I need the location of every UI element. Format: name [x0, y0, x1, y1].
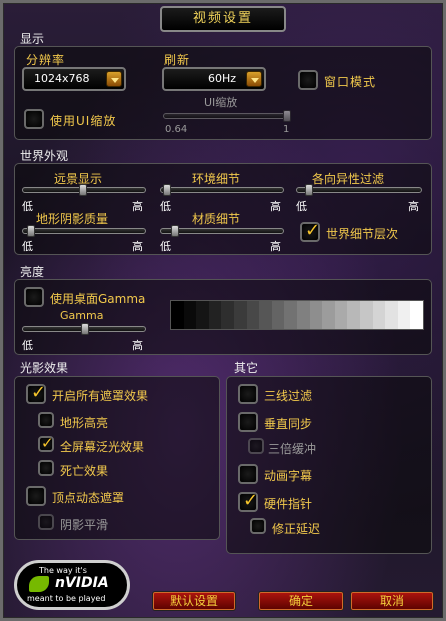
dropdown-arrow-icon[interactable]	[246, 71, 262, 87]
view-distance-high: 高	[132, 200, 143, 213]
windowed-mode-checkbox[interactable]	[298, 70, 318, 90]
shadow-smooth-checkbox[interactable]	[38, 514, 54, 530]
gamma-slider[interactable]	[22, 323, 146, 335]
death-effect-checkbox[interactable]	[38, 460, 54, 476]
view-distance-slider[interactable]	[22, 184, 146, 196]
refresh-value: 60Hz	[208, 72, 237, 85]
vsync-checkbox[interactable]	[238, 412, 258, 432]
misc-section-label: 其它	[234, 361, 259, 375]
anim-subtitles-label: 动画字幕	[264, 469, 313, 483]
triple-buffer-label: 三倍缓冲	[268, 442, 317, 456]
texture-detail-high: 高	[270, 240, 281, 253]
texture-detail-low: 低	[160, 240, 171, 253]
effects-section-label: 光影效果	[20, 361, 69, 375]
slider-knob[interactable]	[171, 225, 179, 237]
texture-detail-label: 材质细节	[192, 212, 241, 226]
desktop-gamma-label: 使用桌面Gamma	[50, 292, 146, 306]
slider-knob[interactable]	[27, 225, 35, 237]
nvidia-eye-icon	[29, 576, 49, 592]
gamma-preview-strip	[170, 300, 424, 330]
all-shaders-checkbox[interactable]: ✓	[26, 382, 47, 404]
desktop-gamma-checkbox[interactable]	[24, 287, 44, 307]
vertex-shader-checkbox[interactable]	[26, 486, 46, 506]
use-ui-scale-checkbox[interactable]	[24, 109, 44, 129]
trilinear-label: 三线过滤	[264, 389, 313, 403]
slider-knob[interactable]	[305, 184, 313, 196]
texture-detail-slider[interactable]	[160, 225, 284, 237]
brightness-section-label: 亮度	[20, 265, 45, 279]
ui-scale-slider[interactable]	[163, 110, 291, 122]
ok-button[interactable]: 确定	[258, 591, 344, 611]
world-detail-lod-checkbox[interactable]: ✓	[300, 220, 321, 242]
use-ui-scale-label: 使用UI缩放	[50, 114, 117, 128]
terrain-shadow-low: 低	[22, 240, 33, 253]
cancel-button[interactable]: 取消	[350, 591, 434, 611]
slider-knob[interactable]	[283, 110, 291, 122]
shadow-smooth-label: 阴影平滑	[60, 518, 109, 532]
all-shaders-label: 开启所有遮罩效果	[52, 389, 149, 403]
aniso-slider[interactable]	[296, 184, 422, 196]
terrain-shadow-slider[interactable]	[22, 225, 146, 237]
terrain-shadow-label: 地形阴影质量	[36, 212, 109, 226]
display-section-label: 显示	[20, 32, 45, 46]
terrain-highlight-label: 地形高亮	[60, 416, 109, 430]
nvidia-tagline-bottom: meant to be played	[27, 594, 106, 603]
default-settings-button[interactable]: 默认设置	[152, 591, 236, 611]
env-detail-low: 低	[160, 200, 171, 213]
aniso-low: 低	[296, 200, 307, 213]
aniso-label: 各向异性过滤	[312, 172, 385, 186]
nvidia-logo: The way it's nVIDIA meant to be played	[14, 560, 130, 610]
ui-scale-label: UI缩放	[204, 96, 238, 109]
trilinear-checkbox[interactable]	[238, 384, 258, 404]
resolution-dropdown[interactable]: 1024x768	[22, 67, 126, 91]
refresh-label: 刷新	[164, 53, 191, 67]
death-effect-label: 死亡效果	[60, 464, 109, 478]
check-icon: ✓	[31, 382, 47, 403]
fix-lag-checkbox[interactable]	[250, 518, 266, 534]
check-icon: ✓	[243, 490, 259, 511]
gamma-label: Gamma	[60, 309, 104, 322]
view-distance-label: 远景显示	[54, 172, 103, 186]
env-detail-high: 高	[270, 200, 281, 213]
slider-knob[interactable]	[81, 323, 89, 335]
refresh-dropdown[interactable]: 60Hz	[162, 67, 266, 91]
check-icon: ✓	[41, 434, 54, 452]
hardware-cursor-checkbox[interactable]: ✓	[238, 490, 259, 512]
nvidia-tagline-top: The way it's	[39, 566, 87, 575]
vertex-shader-label: 顶点动态遮罩	[52, 491, 125, 505]
terrain-highlight-checkbox[interactable]	[38, 412, 54, 428]
env-detail-label: 环境细节	[192, 172, 241, 186]
slider-knob[interactable]	[163, 184, 171, 196]
hardware-cursor-label: 硬件指针	[264, 497, 313, 511]
resolution-value: 1024x768	[34, 72, 90, 85]
fullscreen-glow-label: 全屏幕泛光效果	[60, 440, 145, 454]
resolution-label: 分辨率	[26, 53, 66, 67]
anim-subtitles-checkbox[interactable]	[238, 464, 258, 484]
check-icon: ✓	[305, 220, 321, 241]
gamma-low: 低	[22, 339, 33, 352]
env-detail-slider[interactable]	[160, 184, 284, 196]
windowed-mode-label: 窗口模式	[324, 75, 377, 89]
dropdown-arrow-icon[interactable]	[106, 71, 122, 87]
aniso-high: 高	[408, 200, 419, 213]
window-title: 视频设置	[160, 6, 286, 32]
world-section-label: 世界外观	[20, 149, 69, 163]
fix-lag-label: 修正延迟	[272, 522, 321, 536]
fullscreen-glow-checkbox[interactable]: ✓	[38, 434, 54, 452]
ui-scale-max: 1	[283, 124, 290, 135]
slider-knob[interactable]	[79, 184, 87, 196]
triple-buffer-checkbox[interactable]	[248, 438, 264, 454]
world-detail-lod-label: 世界细节层次	[326, 227, 399, 241]
view-distance-low: 低	[22, 200, 33, 213]
gamma-high: 高	[132, 339, 143, 352]
terrain-shadow-high: 高	[132, 240, 143, 253]
nvidia-brand: nVIDIA	[55, 575, 109, 591]
vsync-label: 垂直同步	[264, 417, 313, 431]
ui-scale-min: 0.64	[165, 124, 188, 135]
